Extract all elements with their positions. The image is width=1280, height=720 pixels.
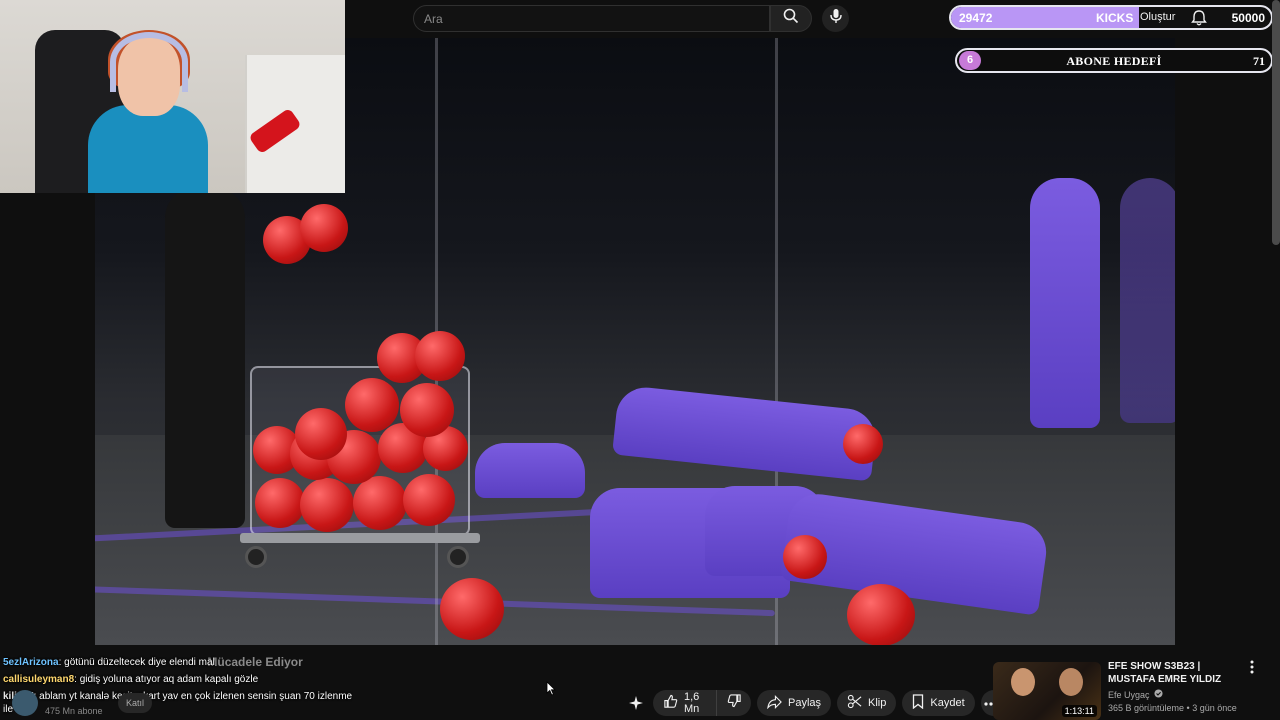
join-button[interactable]: Katıl — [118, 693, 152, 713]
search-button[interactable] — [770, 5, 812, 32]
mouse-cursor-icon — [546, 681, 556, 701]
create-button[interactable]: Oluştur — [1140, 11, 1175, 23]
channel-avatar[interactable] — [12, 690, 38, 716]
cart — [240, 533, 480, 543]
ball — [783, 535, 827, 579]
cart-wheel — [245, 546, 267, 568]
video-duration: 1:13:11 — [1061, 705, 1097, 717]
verified-icon — [1153, 689, 1163, 700]
ball — [345, 378, 399, 432]
scissors-icon — [847, 694, 868, 712]
chat-message: callisuleyman8: gidiş yoluna atıyor aq a… — [3, 671, 353, 688]
subscriber-goal-widget: 6 ABONE HEDEFİ 71 — [955, 48, 1273, 73]
search-icon — [783, 8, 799, 29]
clip-button[interactable]: Klip — [837, 690, 897, 716]
recommended-video-meta: 365 B görüntüleme • 3 gün önce — [1108, 703, 1237, 713]
chat-text: : götünü düzeltecek diye elendi mal — [58, 657, 215, 668]
page-scrollbar[interactable] — [1272, 0, 1280, 245]
save-label: Kaydet — [930, 697, 965, 709]
recommended-channel[interactable]: Efe Uygaç — [1108, 689, 1163, 700]
share-button[interactable]: Paylaş — [757, 690, 832, 716]
thumbs-up-icon — [663, 694, 684, 712]
voice-search-button[interactable] — [822, 5, 849, 32]
ball — [400, 383, 454, 437]
streamer-webcam — [0, 0, 345, 193]
ball — [300, 204, 348, 252]
ball — [300, 478, 354, 532]
chat-username: callisuleyman8 — [3, 674, 75, 685]
kicks-label: KICKS — [1096, 11, 1134, 25]
cart-wheel — [447, 546, 469, 568]
ball — [403, 474, 455, 526]
ball — [415, 331, 465, 381]
like-dislike-group: 1,6 Mn — [653, 690, 751, 716]
host-figure — [165, 188, 245, 528]
search-box[interactable] — [413, 5, 770, 32]
kicks-current: 29472 — [959, 11, 993, 25]
search-input[interactable] — [424, 11, 759, 26]
share-label: Paylaş — [788, 697, 822, 709]
player-figure — [475, 443, 585, 498]
kicks-goal: 50000 — [1231, 11, 1265, 25]
chat-message: 5ezlArizona: götünü düzeltecek diye elen… — [3, 654, 353, 671]
subscriber-count: 475 Mn abone — [45, 706, 103, 716]
ball — [843, 424, 883, 464]
more-vertical-icon[interactable] — [1250, 660, 1260, 676]
recommended-video-thumbnail[interactable]: 1:13:11 — [993, 662, 1101, 720]
dislike-button[interactable] — [717, 690, 751, 716]
like-button[interactable]: 1,6 Mn — [653, 690, 717, 716]
recommended-video-title[interactable]: EFE SHOW S3B23 | MUSTAFA EMRE YILDIZ — [1108, 660, 1246, 686]
kicks-goal-widget: 29472 KICKS 50000 — [949, 5, 1273, 30]
save-button[interactable]: Kaydet — [902, 690, 975, 716]
bookmark-icon — [912, 694, 930, 712]
player-figure — [1030, 178, 1100, 428]
action-bar: Paylaş Klip Kaydet — [757, 690, 1007, 716]
streamer-body — [88, 105, 208, 193]
thumbs-down-icon — [727, 693, 742, 713]
thumbnail-person — [1011, 668, 1035, 696]
share-icon — [767, 694, 788, 712]
chat-username: 5ezlArizona — [3, 657, 59, 668]
ball — [353, 476, 407, 530]
ball — [255, 478, 305, 528]
sub-goal-label: ABONE HEDEFİ — [1066, 54, 1162, 68]
ball — [440, 578, 504, 640]
recommended-channel-name: Efe Uygaç — [1108, 689, 1150, 700]
sub-goal-target: 71 — [1253, 54, 1265, 68]
player-figure — [1120, 178, 1175, 423]
thumbnail-person — [1059, 668, 1083, 696]
clip-label: Klip — [868, 697, 887, 709]
sparkle-icon[interactable] — [628, 695, 644, 716]
like-count: 1,6 Mn — [684, 691, 700, 715]
notifications-bell-icon[interactable] — [1191, 9, 1207, 32]
chat-text: : gidiş yoluna atıyor aq adam kapalı göz… — [74, 674, 259, 685]
ball — [295, 408, 347, 460]
microphone-icon — [829, 8, 842, 29]
ball — [847, 584, 915, 645]
headset — [110, 32, 188, 92]
